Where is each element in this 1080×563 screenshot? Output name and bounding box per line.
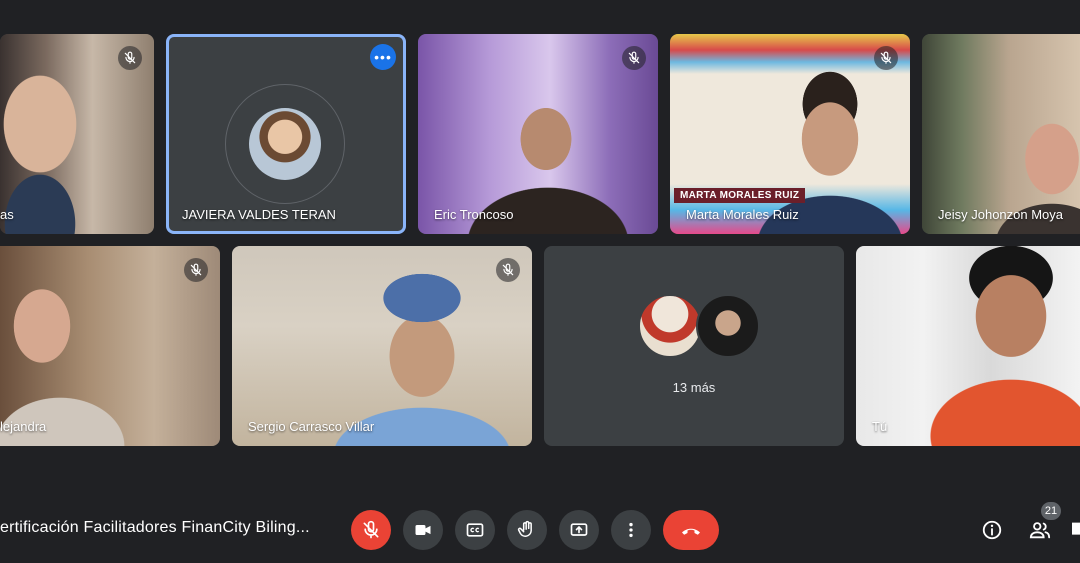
people-icon (1029, 522, 1051, 539)
mic-off-icon (874, 46, 898, 70)
end-call-icon (682, 528, 700, 535)
chat-icon (1072, 522, 1080, 535)
people-count-badge: 21 (1041, 502, 1061, 520)
participant-tile-2[interactable]: ••• JAVIERA VALDES TERAN (166, 34, 406, 234)
avatar (696, 294, 760, 358)
participant-name: Eric Troncoso (434, 207, 514, 222)
participant-tile-4[interactable]: MARTA MORALES RUIZ Marta Morales Ruiz (670, 34, 910, 234)
mic-off-icon (184, 258, 208, 282)
participant-figure (418, 34, 658, 234)
participant-figure (856, 246, 1080, 446)
chat-button[interactable] (1072, 516, 1080, 544)
mic-off-icon (622, 46, 646, 70)
participant-name: lejandra (0, 419, 47, 434)
present-button[interactable] (559, 510, 599, 550)
overlay-label: MARTA MORALES RUIZ (674, 188, 806, 203)
participant-name: JAVIERA VALDES TERAN (182, 207, 336, 222)
more-options-icon[interactable]: ••• (370, 44, 396, 70)
camera-toggle-button[interactable] (403, 510, 443, 550)
participant-figure (922, 34, 1080, 234)
end-call-button[interactable] (663, 510, 719, 550)
mic-off-icon (496, 258, 520, 282)
participant-tile-5[interactable]: Jeisy Johonzon Moya (922, 34, 1080, 234)
meeting-info-button[interactable] (978, 516, 1006, 544)
meeting-title: ertificación Facilitadores FinanCity Bil… (0, 519, 310, 536)
raise-hand-button[interactable] (507, 510, 547, 550)
closed-captions-icon (466, 523, 484, 537)
overflow-count: 13 más (672, 380, 716, 395)
captions-button[interactable] (455, 510, 495, 550)
mic-off-icon (118, 46, 142, 70)
participant-name: Marta Morales Ruiz (686, 207, 799, 222)
avatar (638, 294, 702, 358)
participant-tile-6[interactable]: lejandra (0, 246, 220, 446)
people-button[interactable] (1026, 516, 1054, 544)
participant-name: as (0, 207, 14, 222)
overflow-tile[interactable]: 13 más (544, 246, 844, 446)
participant-tile-1[interactable]: as (0, 34, 154, 234)
participant-tile-7[interactable]: Sergio Carrasco Villar (232, 246, 532, 446)
participant-name: Jeisy Johonzon Moya (938, 207, 1064, 222)
participant-figure (670, 34, 910, 234)
more-options-icon (629, 522, 633, 538)
mic-off-icon (363, 520, 379, 539)
more-options-button[interactable] (611, 510, 651, 550)
camera-icon (415, 525, 431, 535)
participant-tile-8[interactable]: Tú (856, 246, 1080, 446)
participant-name: Sergio Carrasco Villar (248, 419, 375, 434)
participant-tile-3[interactable]: Eric Troncoso (418, 34, 658, 234)
present-screen-icon (570, 523, 588, 536)
mic-toggle-button[interactable] (351, 510, 391, 550)
avatar (249, 108, 321, 180)
info-icon (982, 520, 1002, 540)
raise-hand-icon (517, 520, 532, 537)
avatar-ring (225, 84, 345, 204)
participant-figure (232, 246, 532, 446)
overflow-avatars (638, 294, 760, 358)
participant-name: Tú (872, 419, 888, 434)
